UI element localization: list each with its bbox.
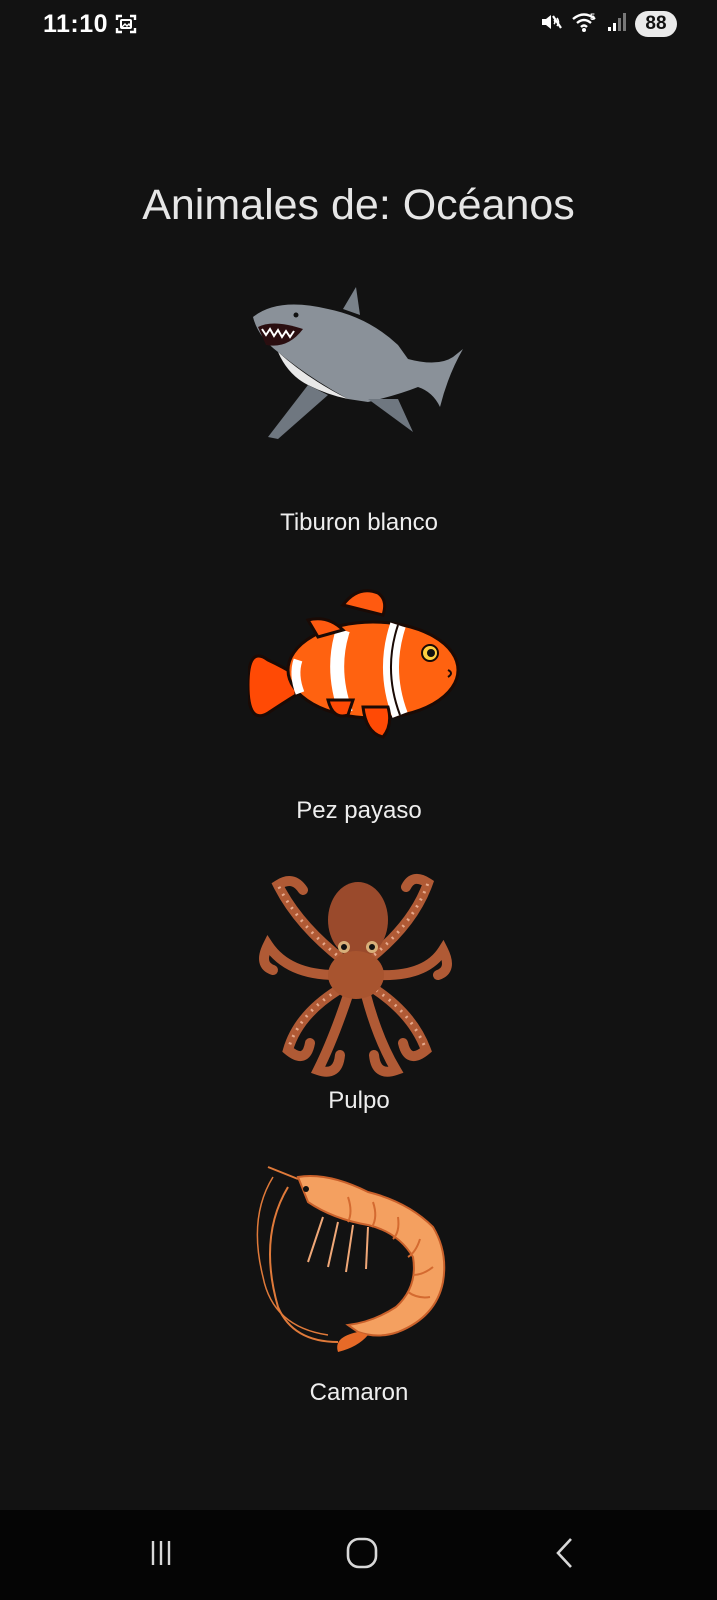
- recent-apps-icon: [146, 1538, 176, 1573]
- page-title: Animales de: Océanos: [142, 181, 575, 229]
- back-button[interactable]: [535, 1530, 595, 1580]
- animal-card-tiburon-blanco[interactable]: Tiburon blanco: [248, 287, 470, 537]
- status-bar: 11:10 5 88: [0, 0, 717, 52]
- screenshot-icon: [114, 12, 138, 36]
- back-icon: [550, 1536, 580, 1575]
- wifi-icon: 5: [571, 10, 599, 39]
- svg-text:5: 5: [590, 12, 595, 22]
- clock: 11:10: [43, 10, 109, 38]
- shrimp-image[interactable]: [248, 1157, 470, 1379]
- animal-name: Tiburon blanco: [280, 509, 438, 536]
- octopus-image[interactable]: [248, 865, 470, 1087]
- battery-indicator: 88: [635, 11, 677, 37]
- animal-card-camaron[interactable]: Camaron: [248, 1157, 470, 1407]
- recent-apps-button[interactable]: [131, 1530, 191, 1580]
- mute-icon: [539, 10, 563, 39]
- shark-image[interactable]: [248, 287, 470, 509]
- animal-card-pez-payaso[interactable]: Pez payaso: [248, 575, 470, 825]
- navigation-bar: [0, 1510, 717, 1600]
- animal-name: Camaron: [309, 1379, 409, 1406]
- home-icon: [345, 1536, 379, 1575]
- clownfish-image[interactable]: [248, 575, 470, 797]
- home-button[interactable]: [332, 1530, 392, 1580]
- signal-icon: [607, 11, 627, 38]
- animal-name: Pulpo: [328, 1087, 390, 1114]
- animal-card-pulpo[interactable]: Pulpo: [248, 865, 470, 1115]
- animal-name: Pez payaso: [296, 797, 422, 824]
